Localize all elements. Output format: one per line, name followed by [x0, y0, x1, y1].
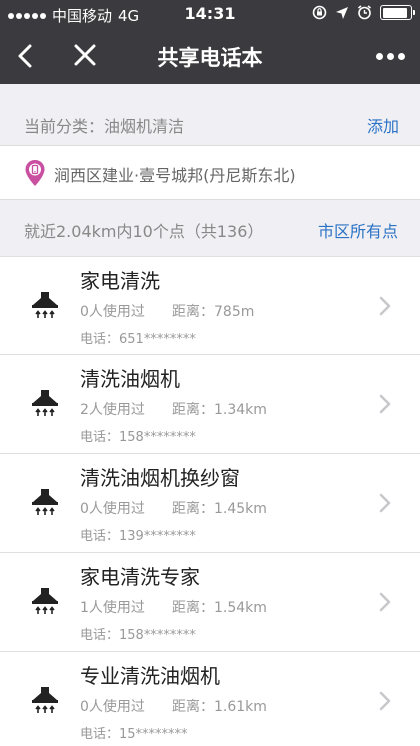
list-item[interactable]: 家电清洗专家 1人使用过 距离：1.54km 电话：158******** [0, 553, 420, 652]
item-name: 家电清洗专家 [80, 565, 200, 589]
chevron-right-icon [379, 493, 391, 513]
item-name: 清洗油烟机换纱窗 [80, 466, 240, 490]
location-selector[interactable]: 涧西区建业·壹号城邦(丹尼斯东北) [0, 145, 420, 200]
item-distance: 距离：785m [172, 304, 255, 320]
chevron-right-icon [379, 296, 391, 316]
nearby-summary: 就近2.04km内10个点（共136） [24, 222, 264, 241]
range-hood-icon [32, 292, 58, 318]
item-usage-count: 0人使用过 [80, 304, 145, 320]
item-phone: 电话：139******** [80, 529, 196, 544]
item-distance: 距离：1.34km [172, 402, 267, 418]
current-category: 当前分类：油烟机清洁 [24, 117, 185, 136]
category-bar: 当前分类：油烟机清洁 添加 [0, 102, 420, 144]
city-all-points-link[interactable]: 市区所有点 [318, 218, 398, 242]
item-distance: 距离：1.61km [172, 699, 267, 715]
item-phone: 电话：158******** [80, 628, 196, 643]
list-item[interactable]: 清洗油烟机 2人使用过 距离：1.34km 电话：158******** [0, 355, 420, 454]
service-list: 家电清洗 0人使用过 距离：785m 电话：651******** 清洗油烟机 … [0, 256, 420, 746]
list-item[interactable]: 家电清洗 0人使用过 距离：785m 电话：651******** [0, 256, 420, 355]
item-name: 清洗油烟机 [80, 367, 180, 391]
list-item[interactable]: 专业清洗油烟机 0人使用过 距离：1.61km 电话：15******** [0, 652, 420, 746]
more-button[interactable] [368, 38, 412, 74]
range-hood-icon [32, 390, 58, 416]
range-hood-icon [32, 489, 58, 515]
chevron-right-icon [379, 394, 391, 414]
list-item[interactable]: 清洗油烟机换纱窗 0人使用过 距离：1.45km 电话：139******** [0, 454, 420, 553]
add-button[interactable]: 添加 [367, 113, 399, 137]
page-title: 共享电话本 [157, 46, 263, 70]
alarm-icon [358, 5, 371, 20]
more-dots-icon [375, 52, 383, 60]
item-usage-count: 1人使用过 [80, 600, 145, 616]
item-phone: 电话：158******** [80, 430, 196, 445]
battery-icon [380, 5, 415, 20]
item-usage-count: 2人使用过 [80, 402, 145, 418]
location-pin-icon [25, 160, 45, 186]
range-hood-icon [32, 687, 58, 713]
item-name: 专业清洗油烟机 [80, 664, 220, 688]
status-bar: 中国移动 4G 14:31 [0, 0, 420, 28]
item-usage-count: 0人使用过 [80, 501, 145, 517]
location-text: 涧西区建业·壹号城邦(丹尼斯东北) [54, 166, 296, 185]
range-hood-icon [32, 588, 58, 614]
rotation-lock-icon [312, 5, 327, 20]
item-phone: 电话：15******** [80, 727, 188, 742]
item-usage-count: 0人使用过 [80, 699, 145, 715]
item-phone: 电话：651******** [80, 332, 196, 347]
item-distance: 距离：1.54km [172, 600, 267, 616]
chevron-right-icon [379, 691, 391, 711]
item-name: 家电清洗 [80, 269, 160, 293]
location-arrow-icon [336, 6, 348, 19]
summary-bar: 就近2.04km内10个点（共136） 市区所有点 [0, 210, 420, 246]
item-distance: 距离：1.45km [172, 501, 267, 517]
nav-bar: 共享电话本 [0, 28, 420, 84]
chevron-right-icon [379, 592, 391, 612]
